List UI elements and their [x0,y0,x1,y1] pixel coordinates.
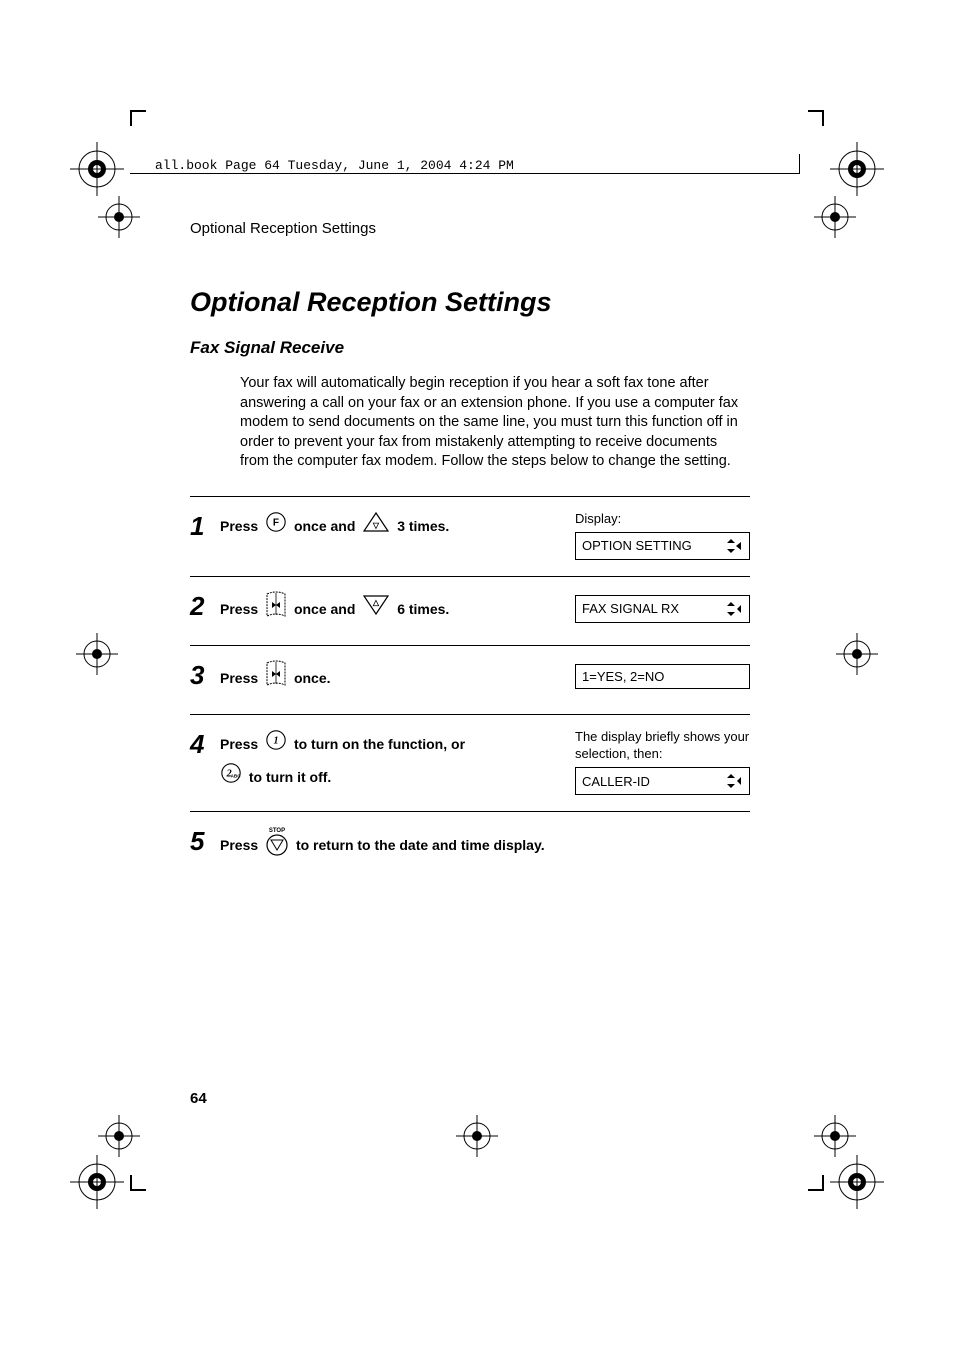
stop-key-icon: STOP [265,826,289,866]
keypad-2-icon: 2ABC [220,762,242,794]
svg-text:▽: ▽ [372,521,380,530]
display-label: Display: [575,511,750,528]
text: Press [220,601,262,617]
crop-mark [808,110,824,126]
text: once and [294,601,359,617]
text: Press [220,670,262,686]
step-number: 1 [190,511,220,539]
svg-text:F: F [273,517,279,528]
open-book-key-icon [265,660,287,698]
step-instruction: Press 1 to turn on the function, or 2ABC… [220,729,575,794]
crosshair-icon [830,627,884,681]
runhead-rule [130,173,800,174]
step-row: 1 Press F once and ▽ 3 times. Display: [190,497,750,577]
content-region: Optional Reception Settings Optional Rec… [190,220,750,883]
steps-table: 1 Press F once and ▽ 3 times. Display: [190,496,750,883]
step-display: FAX SIGNAL RX [575,591,750,623]
text: 6 times. [397,601,449,617]
step-instruction: Press STOP to return to the date and tim… [220,826,575,866]
lcd-text: FAX SIGNAL RX [582,601,679,616]
step-row: 5 Press STOP to return to the date and t… [190,812,750,882]
text: Press [220,736,262,752]
step-instruction: Press once. [220,660,575,698]
lcd-text: CALLER-ID [582,774,650,789]
lcd-text: OPTION SETTING [582,538,692,553]
step-number: 5 [190,826,220,854]
step-number: 2 [190,591,220,619]
text: once and [294,518,359,534]
display-note: The display briefly shows your selection… [575,729,750,763]
regmark-icon [830,142,884,196]
nav-arrows-icon [725,772,743,790]
step-number: 4 [190,729,220,757]
crosshair-icon [70,627,124,681]
step-display: The display briefly shows your selection… [575,729,750,795]
regmark-icon [70,142,124,196]
crosshair-icon [92,190,146,244]
step-row: 3 Press once. 1=YES, 2=NO [190,646,750,715]
crosshair-icon [808,190,862,244]
text: 3 times. [397,518,449,534]
section-subtitle: Fax Signal Receive [190,338,750,358]
crosshair-icon [450,1109,504,1163]
page-number: 64 [190,1090,207,1107]
svg-text:ABC: ABC [231,773,242,778]
lcd-readout: FAX SIGNAL RX [575,595,750,623]
crosshair-icon [808,1109,862,1163]
page: all.book Page 64 Tuesday, June 1, 2004 4… [0,0,954,1351]
step-row: 2 Press once and △ 6 times. FAX SIGNAL R… [190,577,750,646]
up-triangle-key-icon: ▽ [362,511,390,543]
nav-arrows-icon [725,600,743,618]
crop-mark [130,1175,146,1191]
text: Press [220,518,262,534]
open-book-key-icon [265,591,287,629]
lcd-text: 1=YES, 2=NO [582,669,664,684]
lcd-readout: OPTION SETTING [575,532,750,560]
text: to return to the date and time display. [296,837,545,853]
text: once. [294,670,331,686]
step-display: Display: OPTION SETTING [575,511,750,560]
crop-mark [808,1175,824,1191]
step-display: 1=YES, 2=NO [575,660,750,689]
runhead-text: all.book Page 64 Tuesday, June 1, 2004 4… [155,158,514,173]
function-key-icon: F [265,511,287,543]
page-title: Optional Reception Settings [190,287,750,318]
crop-mark [130,110,146,126]
regmark-icon [830,1155,884,1209]
nav-arrows-icon [725,537,743,555]
step-row: 4 Press 1 to turn on the function, or 2A… [190,715,750,812]
down-triangle-key-icon: △ [362,594,390,626]
step-instruction: Press once and △ 6 times. [220,591,575,629]
svg-text:1: 1 [274,736,279,747]
lcd-readout: CALLER-ID [575,767,750,795]
svg-text:△: △ [372,598,380,607]
running-title: Optional Reception Settings [190,220,750,237]
crosshair-icon [92,1109,146,1163]
text: to turn it off. [249,769,331,785]
step-number: 3 [190,660,220,688]
keypad-1-icon: 1 [265,729,287,761]
intro-paragraph: Your fax will automatically begin recept… [240,374,750,472]
text: Press [220,837,262,853]
text: to turn on the function, or [294,736,465,752]
lcd-readout: 1=YES, 2=NO [575,664,750,689]
step-instruction: Press F once and ▽ 3 times. [220,511,575,543]
regmark-icon [70,1155,124,1209]
stop-label: STOP [269,828,285,834]
